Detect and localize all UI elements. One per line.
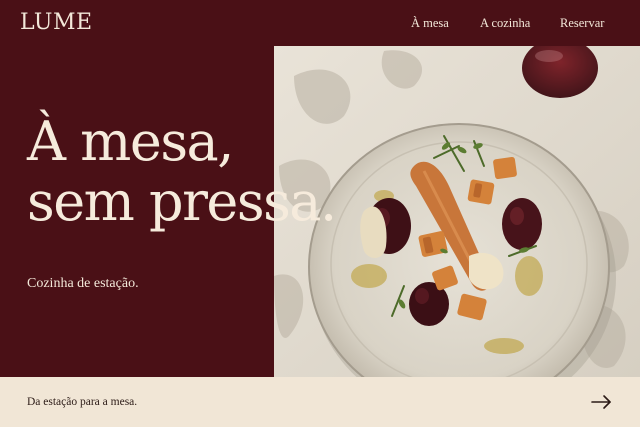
headline-line-2: sem pressa. (27, 170, 337, 233)
bottom-strip: Da estação para a mesa. (0, 377, 640, 427)
headline-line-1: À mesa, (27, 110, 234, 173)
nav-links: À mesa A cozinha Reservar (0, 16, 640, 32)
arrow-right-icon (591, 395, 611, 409)
next-arrow-button[interactable] (589, 391, 615, 413)
nav-link-a-cozinha[interactable]: A cozinha (480, 16, 530, 31)
footer-tagline: Da estação para a mesa. (27, 396, 138, 408)
hero-headline: À mesa, sem pressa. (27, 110, 337, 233)
hero-subtitle: Cozinha de estação. (27, 276, 139, 291)
landing-page: LUME À mesa A cozinha Reservar À mesa, s… (0, 0, 640, 427)
top-navigation: LUME À mesa A cozinha Reservar (0, 0, 640, 46)
nav-link-reservar[interactable]: Reservar (560, 16, 604, 31)
nav-link-a-mesa[interactable]: À mesa (411, 16, 449, 31)
